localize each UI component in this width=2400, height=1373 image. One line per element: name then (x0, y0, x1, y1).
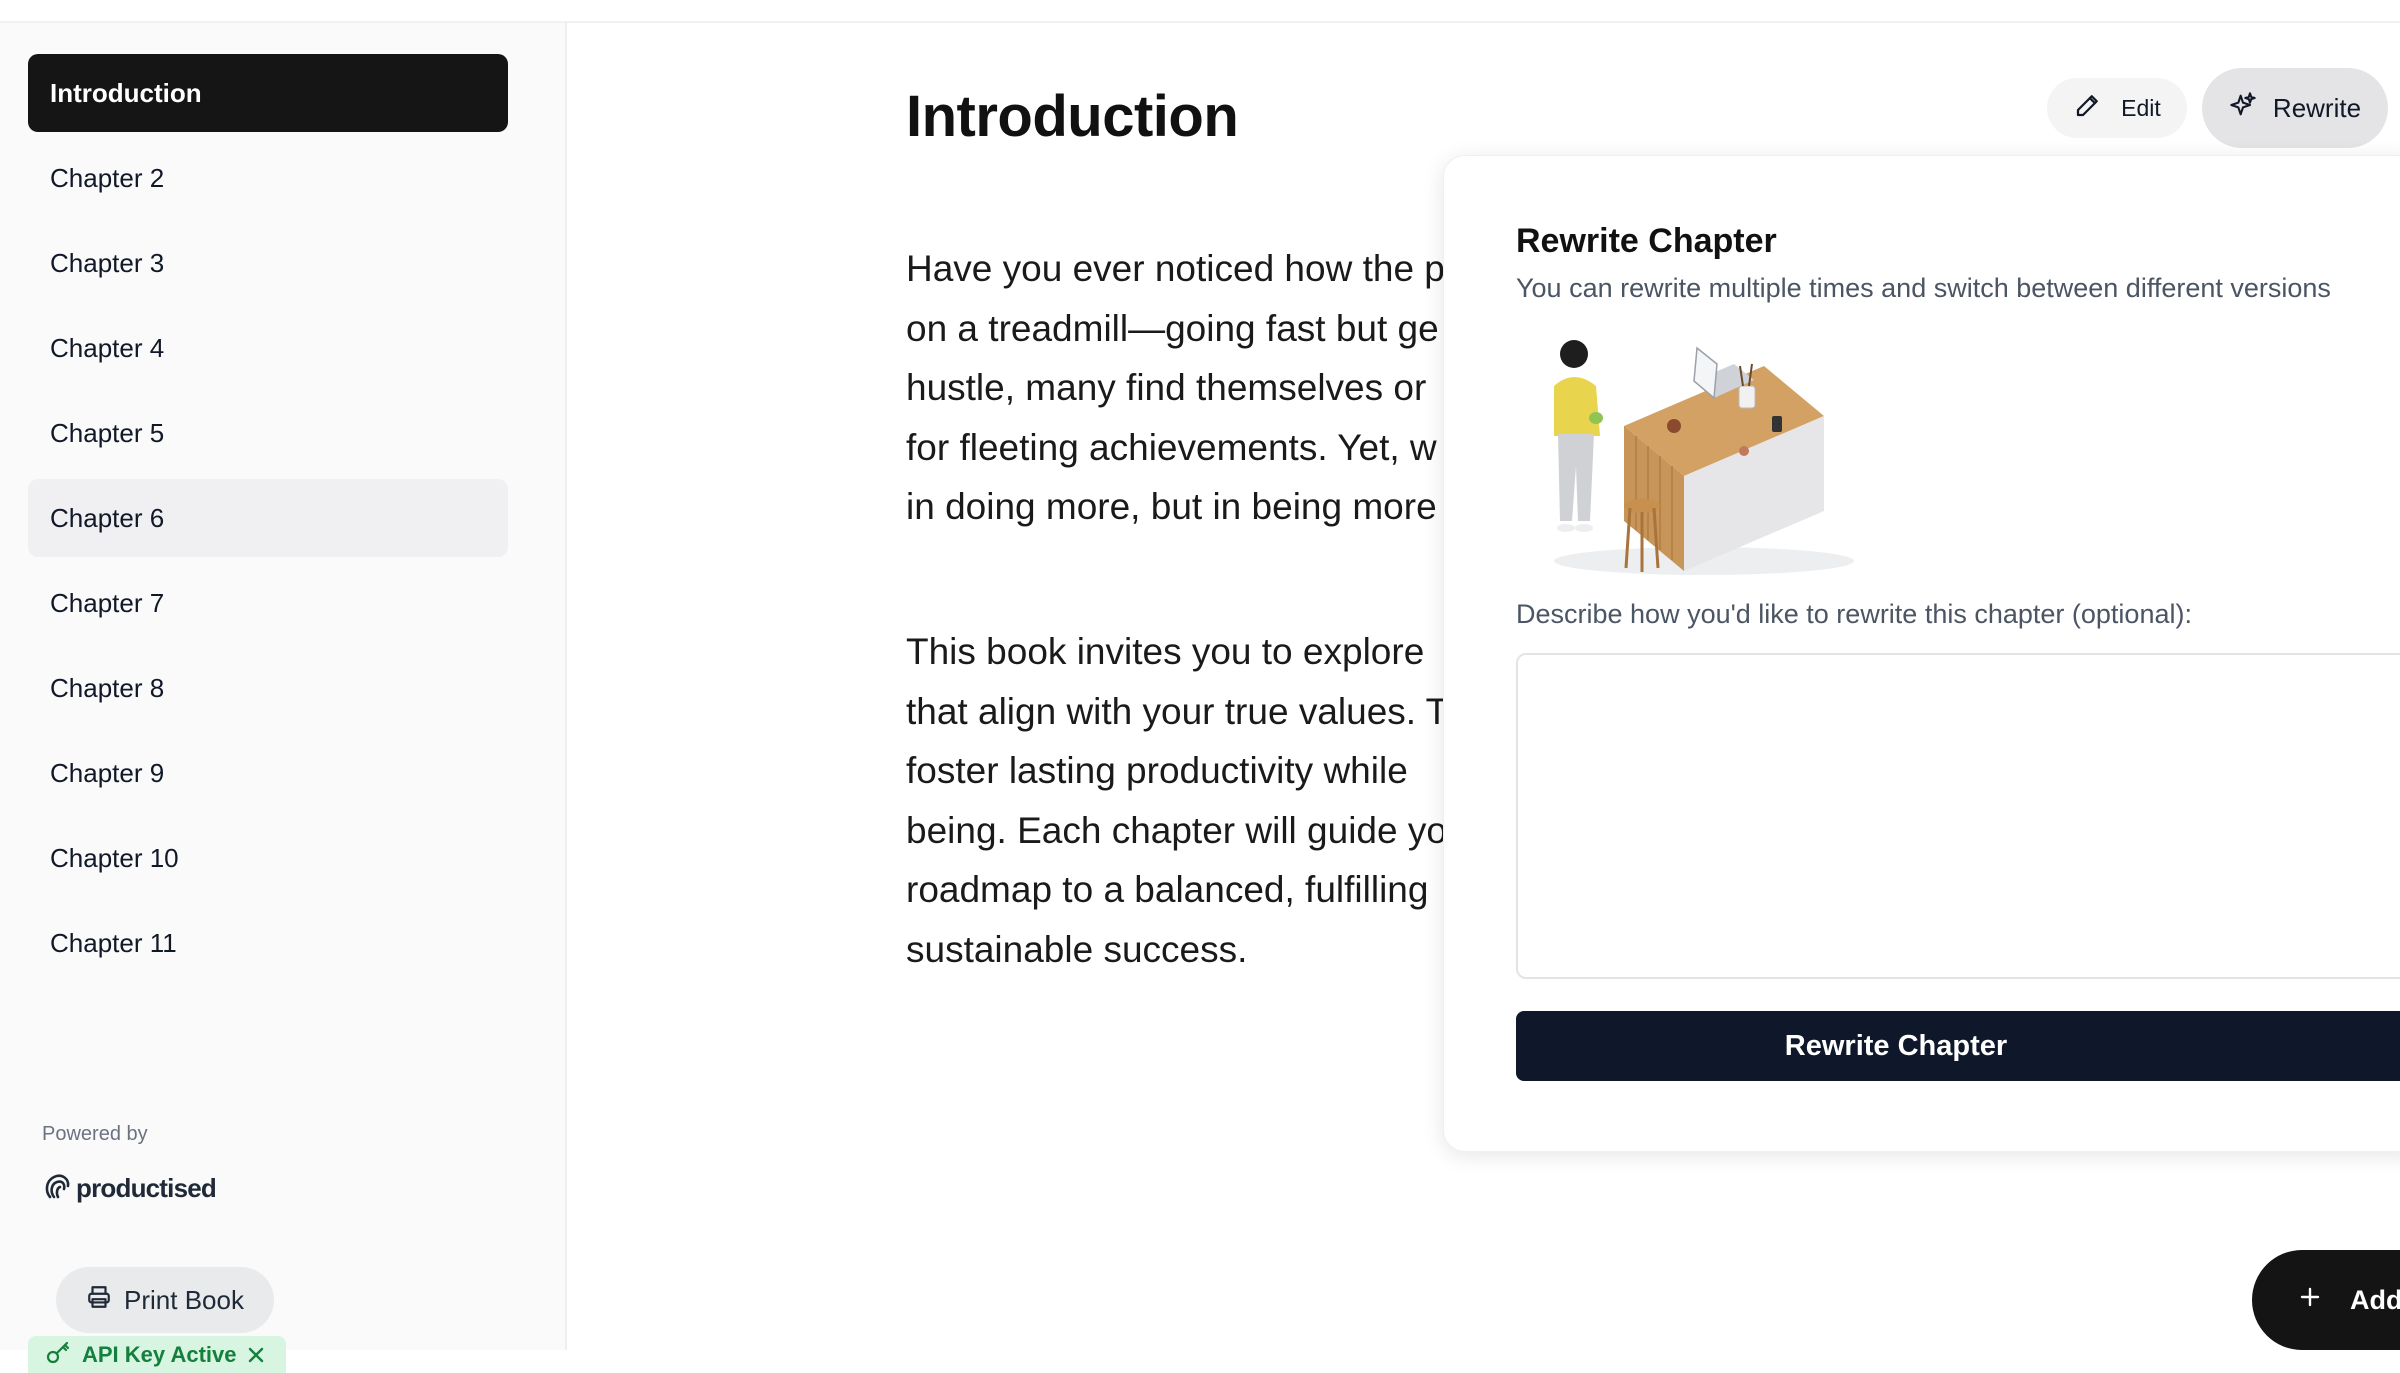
sidebar-item-chapter-4[interactable]: Chapter 4 (28, 309, 508, 387)
paragraph-line: Have you ever noticed how the p (906, 248, 1445, 289)
sidebar-item-chapter-6[interactable]: Chapter 6 (28, 479, 508, 557)
chapter-nav: Introduction Chapter 2 Chapter 3 Chapter… (28, 54, 508, 989)
sidebar-item-chapter-3[interactable]: Chapter 3 (28, 224, 508, 302)
popover-title: Rewrite Chapter (1516, 222, 1777, 260)
paragraph-line: foster lasting productivity while (906, 750, 1408, 791)
top-border (0, 0, 2400, 23)
chapter-paragraph: This book invites you to explore that al… (906, 622, 1466, 979)
key-icon (46, 1340, 72, 1370)
sidebar-item-chapter-2[interactable]: Chapter 2 (28, 139, 508, 217)
rewrite-prompt-textarea[interactable] (1516, 653, 2400, 979)
paragraph-line: in doing more, but in being more (906, 486, 1437, 527)
rewrite-prompt-label: Describe how you'd like to rewrite this … (1516, 599, 2192, 629)
edit-label: Edit (2121, 94, 2161, 121)
rewrite-button[interactable]: Rewrite (2202, 68, 2388, 148)
paragraph-line: that align with your true values. T (906, 690, 1449, 732)
powered-by-label: Powered by (42, 1123, 148, 1145)
productised-logo-text: productised (76, 1173, 217, 1203)
pencil-icon (2073, 90, 2103, 126)
paragraph-line: hustle, many find themselves or (906, 367, 1427, 408)
paragraph-line: This book invites you to explore (906, 631, 1425, 672)
rewrite-label: Rewrite (2272, 92, 2362, 123)
sparkles-icon (2229, 91, 2257, 126)
productised-logo[interactable]: productised (42, 1171, 217, 1206)
chapter-paragraph: Have you ever noticed how the p on a tre… (906, 239, 1466, 537)
printer-icon (86, 1284, 112, 1317)
add-label: Add (2350, 1284, 2400, 1315)
paragraph-line: on a treadmill—going fast but ge (906, 307, 1439, 349)
paragraph-line: roadmap to a balanced, fulfilling (906, 869, 1429, 910)
print-book-label: Print Book (124, 1284, 244, 1315)
sidebar-item-chapter-10[interactable]: Chapter 10 (28, 819, 508, 897)
sidebar-item-chapter-11[interactable]: Chapter 11 (28, 904, 508, 982)
rewrite-chapter-submit-button[interactable]: Rewrite Chapter (1516, 1011, 2400, 1081)
sidebar-item-chapter-9[interactable]: Chapter 9 (28, 734, 508, 812)
rewrite-chapter-submit-label: Rewrite Chapter (1784, 1029, 2008, 1062)
sidebar-item-chapter-7[interactable]: Chapter 7 (28, 564, 508, 642)
desk-illustration (1514, 306, 1854, 586)
sidebar-item-introduction[interactable]: Introduction (28, 54, 508, 132)
sidebar-item-chapter-5[interactable]: Chapter 5 (28, 394, 508, 472)
chapter-sidebar: Introduction Chapter 2 Chapter 3 Chapter… (0, 23, 567, 1373)
sidebar-item-chapter-8[interactable]: Chapter 8 (28, 649, 508, 727)
paragraph-line: for fleeting achievements. Yet, w (906, 426, 1437, 468)
api-key-status-badge: API Key Active (28, 1336, 287, 1373)
paragraph-line: being. Each chapter will guide yo (906, 809, 1447, 851)
api-key-status-label: API Key Active (82, 1341, 237, 1367)
print-book-button[interactable]: Print Book (56, 1267, 274, 1333)
paragraph-line: sustainable success. (906, 928, 1248, 970)
page-title: Introduction (906, 84, 1239, 149)
rewrite-chapter-popover: Rewrite Chapter You can rewrite multiple… (1443, 155, 2400, 1152)
add-chapter-button[interactable]: Add (2252, 1250, 2400, 1350)
productised-logo-icon (42, 1171, 72, 1206)
popover-subtitle: You can rewrite multiple times and switc… (1516, 273, 2331, 303)
edit-button[interactable]: Edit (2047, 78, 2187, 138)
close-icon[interactable] (246, 1345, 266, 1365)
plus-icon (2298, 1285, 2322, 1316)
